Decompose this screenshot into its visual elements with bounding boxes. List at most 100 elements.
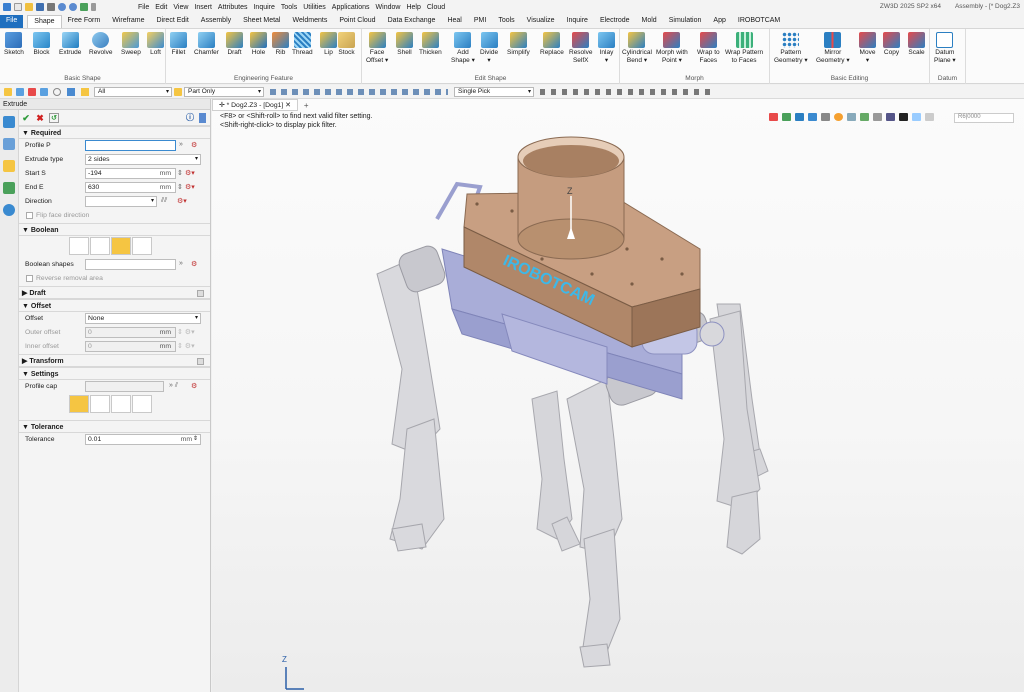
- boolean-section-header[interactable]: ▼ Boolean: [19, 223, 210, 236]
- hole-button[interactable]: Hole: [250, 32, 267, 57]
- reverse-removal-checkbox[interactable]: [26, 275, 33, 282]
- menu-item-utilities[interactable]: Utilities: [303, 4, 326, 11]
- menu-item-window[interactable]: Window: [376, 4, 401, 11]
- undo-icon[interactable]: [58, 3, 66, 11]
- direction-vector-icon[interactable]: ⫽⫽: [161, 197, 167, 205]
- loft-button[interactable]: Loft: [147, 32, 164, 57]
- add-boolean-button[interactable]: [90, 237, 110, 255]
- tab-shape[interactable]: Shape: [27, 15, 62, 28]
- inlay-button[interactable]: Inlay ▾: [598, 32, 615, 65]
- profile-cap-pick-icon[interactable]: ⚙: [191, 382, 197, 390]
- sketch-button[interactable]: Sketch: [4, 32, 24, 57]
- menu-item-edit[interactable]: Edit: [155, 4, 167, 11]
- new-file-icon[interactable]: [14, 3, 22, 11]
- outer-offset-field[interactable]: 0 mm: [85, 327, 176, 338]
- direction-options-icon[interactable]: ⚙▾: [177, 197, 187, 205]
- boolean-pick-icon[interactable]: ⚙: [191, 260, 197, 268]
- tab-data-exchange[interactable]: Data Exchange: [382, 15, 442, 28]
- draft-section-header[interactable]: ▶ Draft: [19, 286, 210, 299]
- tab-mold[interactable]: Mold: [636, 15, 663, 28]
- spin-icon[interactable]: ⇕: [177, 169, 183, 177]
- transform-section-header[interactable]: ▶ Transform: [19, 354, 210, 367]
- replace-button[interactable]: Replace: [540, 32, 564, 57]
- spin-icon[interactable]: ⇕: [177, 183, 183, 191]
- filter-icon[interactable]: [16, 88, 24, 96]
- end-options-icon[interactable]: ⚙▾: [185, 183, 195, 191]
- tolerance-section-header[interactable]: ▼ Tolerance: [19, 420, 210, 433]
- tab-pmi[interactable]: PMI: [468, 15, 492, 28]
- layer-icon[interactable]: [40, 88, 48, 96]
- fillet-button[interactable]: Fillet: [170, 32, 187, 57]
- save-icon[interactable]: [36, 3, 44, 11]
- spin-icon[interactable]: ⇕ ⚙▾: [177, 328, 195, 336]
- part-only-select[interactable]: Part Only ▾: [184, 87, 264, 97]
- copy-button[interactable]: Copy: [883, 32, 900, 57]
- intersect-boolean-button[interactable]: [132, 237, 152, 255]
- stock-button[interactable]: Stock: [338, 32, 355, 57]
- flip-checkbox[interactable]: [26, 212, 33, 219]
- block-button[interactable]: Block: [33, 32, 50, 57]
- shape-filter-icon[interactable]: [81, 88, 89, 96]
- tab-simulation[interactable]: Simulation: [663, 15, 708, 28]
- clear-icon[interactable]: [28, 88, 36, 96]
- tab-direct-edit[interactable]: Direct Edit: [150, 15, 194, 28]
- pick-mode-select[interactable]: Single Pick ▾: [454, 87, 534, 97]
- wrap-pattern-button[interactable]: Wrap Pattern to Faces: [725, 32, 763, 65]
- thicken-button[interactable]: Thicken: [419, 32, 442, 57]
- start-field[interactable]: -194 mm: [85, 168, 176, 179]
- tab-heal[interactable]: Heal: [441, 15, 467, 28]
- boolean-shapes-field[interactable]: [85, 259, 176, 270]
- cap-end-button[interactable]: [111, 395, 131, 413]
- view-manager-icon[interactable]: [3, 182, 15, 194]
- extrude-button[interactable]: Extrude: [59, 32, 81, 57]
- snap-icons[interactable]: [540, 89, 710, 95]
- menu-item-help[interactable]: Help: [406, 4, 420, 11]
- remove-boolean-button[interactable]: [111, 237, 131, 255]
- profile-field[interactable]: [85, 140, 176, 151]
- chamfer-button[interactable]: Chamfer: [194, 32, 219, 57]
- lip-button[interactable]: Lip: [320, 32, 337, 57]
- revolve-button[interactable]: Revolve: [89, 32, 112, 57]
- menu-item-applications[interactable]: Applications: [332, 4, 370, 11]
- tab-point-cloud[interactable]: Point Cloud: [333, 15, 381, 28]
- profile-cap-options-icon[interactable]: » ⫽: [169, 382, 178, 390]
- required-section-header[interactable]: ▼ Required: [19, 126, 210, 139]
- info-icon[interactable]: ⓘ: [185, 113, 195, 123]
- ok-check-icon[interactable]: ✔: [21, 113, 31, 123]
- tab-tools[interactable]: Tools: [492, 15, 520, 28]
- tab-assembly[interactable]: Assembly: [195, 15, 237, 28]
- draft-toggle[interactable]: [197, 290, 204, 297]
- print-icon[interactable]: [47, 3, 55, 11]
- add-shape-button[interactable]: Add Shape ▾: [451, 32, 475, 65]
- tab-electrode[interactable]: Electrode: [594, 15, 636, 28]
- cap-both-button[interactable]: [69, 395, 89, 413]
- sweep-button[interactable]: Sweep: [121, 32, 141, 57]
- tab-visualize[interactable]: Visualize: [521, 15, 561, 28]
- cancel-x-icon[interactable]: ✖: [35, 113, 45, 123]
- morph-with-point-button[interactable]: Morph with Point ▾: [656, 32, 688, 65]
- settings-icon[interactable]: [53, 88, 61, 96]
- extrude-type-select[interactable]: 2 sides ▾: [85, 154, 201, 165]
- customize-icon[interactable]: [91, 3, 96, 11]
- start-options-icon[interactable]: ⚙▾: [185, 169, 195, 177]
- face-offset-button[interactable]: Face Offset ▾: [366, 32, 388, 65]
- scale-button[interactable]: Scale: [908, 32, 925, 57]
- menu-item-file[interactable]: File: [138, 4, 149, 11]
- rib-button[interactable]: Rib: [272, 32, 289, 57]
- rebuild-icon[interactable]: [80, 3, 88, 11]
- tab-free-form[interactable]: Free Form: [62, 15, 107, 28]
- menu-item-insert[interactable]: Insert: [194, 4, 212, 11]
- simplify-button[interactable]: Simplify: [507, 32, 530, 57]
- cap-none-button[interactable]: [132, 395, 152, 413]
- transform-toggle[interactable]: [197, 358, 204, 365]
- graphics-viewport[interactable]: ✛ * Dog2.Z3 - [Dog1] ✕ + <F8> or <Shift-…: [212, 99, 1024, 692]
- menu-item-attributes[interactable]: Attributes: [218, 4, 248, 11]
- base-boolean-button[interactable]: [69, 237, 89, 255]
- user-icon[interactable]: [3, 204, 15, 216]
- manager-icon[interactable]: [3, 116, 15, 128]
- properties-icon[interactable]: [3, 160, 15, 172]
- inner-offset-field[interactable]: 0 mm: [85, 341, 176, 352]
- history-icon[interactable]: [3, 138, 15, 150]
- apply-icon[interactable]: ↺: [49, 112, 59, 123]
- profile-options-icon[interactable]: »: [179, 141, 183, 148]
